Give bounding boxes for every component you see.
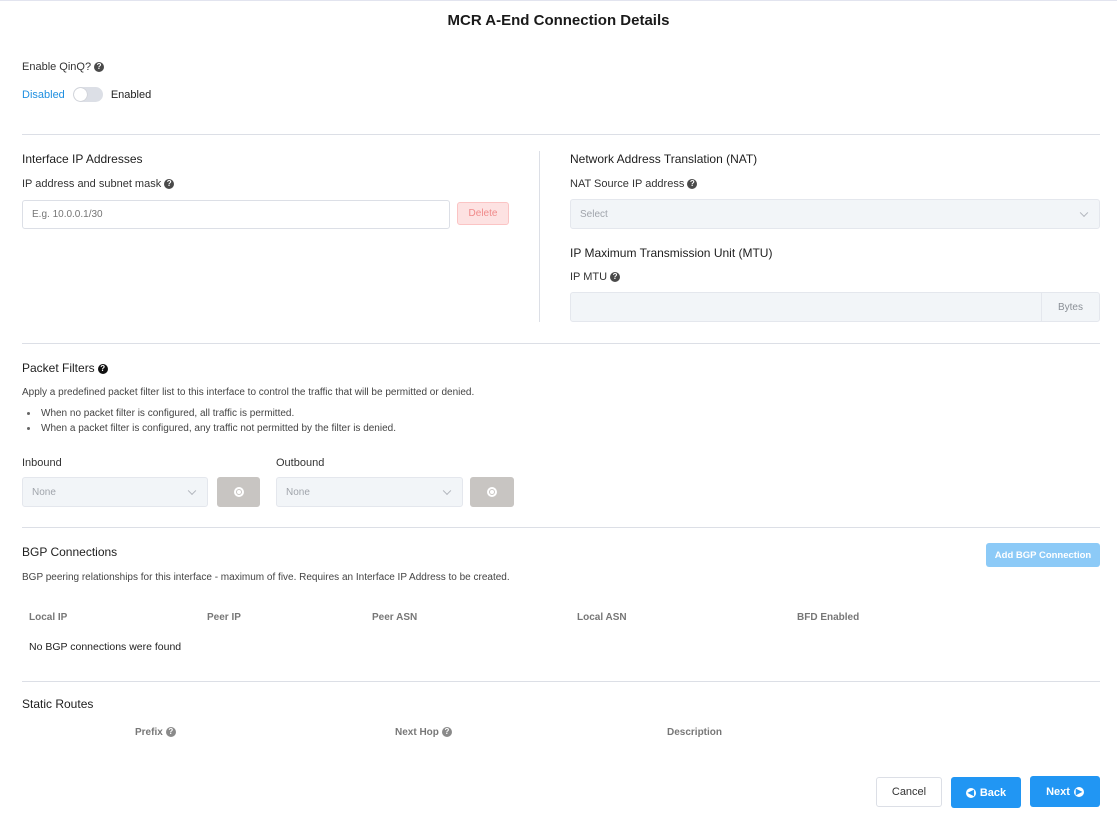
outbound-filter-select[interactable]: None xyxy=(276,477,463,507)
column-header-local-asn: Local ASN xyxy=(577,612,627,623)
nat-source-ip-select[interactable]: Select xyxy=(570,199,1100,229)
column-divider xyxy=(539,151,540,322)
inbound-selected-value: None xyxy=(32,486,56,498)
qinq-enabled-label[interactable]: Enabled xyxy=(111,89,151,101)
note-item: When a packet filter is configured, any … xyxy=(22,421,396,436)
packet-filters-description: Apply a predefined packet filter list to… xyxy=(22,387,475,398)
view-outbound-filter-button[interactable] xyxy=(470,477,514,507)
column-header-next-hop: Next Hop? xyxy=(395,727,452,738)
add-bgp-connection-button[interactable]: Add BGP Connection xyxy=(986,543,1100,567)
next-hop-label: Next Hop xyxy=(395,727,439,738)
column-header-prefix: Prefix? xyxy=(135,727,176,738)
next-button-label: Next xyxy=(1046,785,1070,798)
eye-icon xyxy=(233,487,244,497)
view-inbound-filter-button[interactable] xyxy=(217,477,260,507)
mtu-field-label: IP MTU xyxy=(570,271,608,283)
bgp-heading: BGP Connections xyxy=(22,545,118,559)
bgp-description: BGP peering relationships for this inter… xyxy=(22,572,510,583)
question-circle-icon[interactable]: ? xyxy=(97,364,108,374)
divider xyxy=(22,343,1100,344)
question-circle-icon[interactable]: ? xyxy=(165,727,176,737)
back-button-label: Back xyxy=(979,786,1007,799)
column-header-peer-ip: Peer IP xyxy=(207,612,241,623)
column-header-local-ip: Local IP xyxy=(29,612,68,623)
chevron-down-icon xyxy=(1079,208,1089,218)
divider xyxy=(22,134,1100,135)
mtu-unit-suffix: Bytes xyxy=(1041,293,1099,321)
outbound-selected-value: None xyxy=(286,486,310,498)
nat-field-label-row: NAT Source IP address? xyxy=(570,178,698,190)
qinq-toggle-switch[interactable] xyxy=(72,87,103,102)
prefix-label: Prefix xyxy=(135,727,163,738)
ip-mtu-input[interactable]: Bytes xyxy=(570,292,1100,322)
top-border xyxy=(0,0,1117,1)
mtu-field-label-row: IP MTU? xyxy=(570,271,621,283)
ip-address-input[interactable] xyxy=(22,200,450,229)
ip-field-label: IP address and subnet mask xyxy=(22,178,162,190)
note-item: When no packet filter is configured, all… xyxy=(22,406,396,421)
qinq-disabled-label[interactable]: Disabled xyxy=(22,89,65,101)
arrow-right-circle-icon: ▶ xyxy=(1073,786,1084,797)
delete-ip-button[interactable]: Delete xyxy=(457,202,509,225)
bgp-empty-message: No BGP connections were found xyxy=(29,641,182,653)
next-button[interactable]: Next ▶ xyxy=(1030,776,1100,807)
packet-filters-heading: Packet Filters xyxy=(22,361,95,375)
inbound-label: Inbound xyxy=(22,457,62,469)
question-circle-icon[interactable]: ? xyxy=(610,272,621,282)
qinq-label-row: Enable QinQ?? xyxy=(22,61,105,73)
column-header-description: Description xyxy=(667,727,723,738)
divider xyxy=(22,527,1100,528)
divider xyxy=(22,681,1100,682)
qinq-label: Enable QinQ? xyxy=(22,61,92,73)
inbound-filter-select[interactable]: None xyxy=(22,477,208,507)
nat-select-placeholder: Select xyxy=(580,208,608,220)
qinq-toggle-group: Disabled Enabled xyxy=(22,87,151,102)
ip-field-label-row: IP address and subnet mask? xyxy=(22,178,175,190)
mtu-heading: IP Maximum Transmission Unit (MTU) xyxy=(570,246,773,260)
eye-icon xyxy=(487,487,497,497)
arrow-left-circle-icon: ◀ xyxy=(965,787,976,798)
nat-heading: Network Address Translation (NAT) xyxy=(570,152,758,166)
cancel-button[interactable]: Cancel xyxy=(876,777,942,807)
interface-ip-heading: Interface IP Addresses xyxy=(22,152,143,166)
page-title: MCR A-End Connection Details xyxy=(447,12,670,29)
packet-filters-notes: When no packet filter is configured, all… xyxy=(22,406,396,436)
column-header-peer-asn: Peer ASN xyxy=(372,612,418,623)
back-button[interactable]: ◀ Back xyxy=(951,777,1021,808)
chevron-down-icon xyxy=(442,486,452,496)
outbound-label: Outbound xyxy=(276,457,325,469)
question-circle-icon[interactable]: ? xyxy=(164,179,175,189)
chevron-down-icon xyxy=(187,486,197,496)
question-circle-icon[interactable]: ? xyxy=(441,727,452,737)
column-header-bfd-enabled: BFD Enabled xyxy=(797,612,860,623)
nat-field-label: NAT Source IP address xyxy=(570,178,685,190)
static-routes-heading: Static Routes xyxy=(22,697,94,711)
toggle-knob xyxy=(73,88,87,101)
packet-filters-heading-row: Packet Filters? xyxy=(22,361,108,375)
question-circle-icon[interactable]: ? xyxy=(687,179,698,189)
question-circle-icon[interactable]: ? xyxy=(94,62,105,72)
